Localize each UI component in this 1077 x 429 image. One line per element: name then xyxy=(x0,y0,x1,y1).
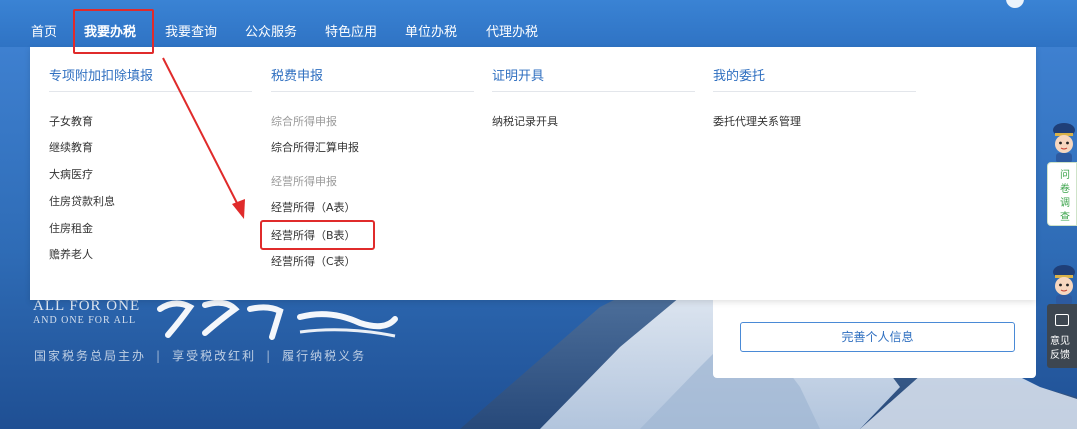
menu-divider xyxy=(492,91,695,92)
menu-divider xyxy=(271,91,474,92)
nav-item-public-service[interactable]: 公众服务 xyxy=(245,21,297,40)
menu-divider xyxy=(713,91,916,92)
menu-item-business-income-a[interactable]: 经营所得（A表） xyxy=(271,199,356,215)
menu-item-delegation-management[interactable]: 委托代理关系管理 xyxy=(713,113,801,129)
survey-label-char: 查 xyxy=(1060,212,1070,223)
menu-item-housing-loan-interest[interactable]: 住房贷款利息 xyxy=(49,193,115,209)
slogan-english-line1: ALL FOR ONE xyxy=(33,298,141,314)
menu-divider xyxy=(49,91,252,92)
survey-tab[interactable]: 问 卷 调 查 xyxy=(1047,162,1077,226)
menu-item-elderly-support[interactable]: 赡养老人 xyxy=(49,246,93,262)
nav-item-query[interactable]: 我要查询 xyxy=(165,21,217,40)
survey-float-widget[interactable]: 问 卷 调 查 xyxy=(1047,120,1077,228)
slogan-english-line2: AND ONE FOR ALL xyxy=(33,315,137,326)
nav-item-unit-tax[interactable]: 单位办税 xyxy=(405,21,457,40)
user-avatar-icon[interactable] xyxy=(1006,0,1024,8)
top-nav-bar: 首页 我要办税 我要查询 公众服务 特色应用 单位办税 代理办税 xyxy=(0,0,1077,47)
menu-heading-special-deduction[interactable]: 专项附加扣除填报 xyxy=(49,65,153,84)
menu-heading-my-delegation[interactable]: 我的委托 xyxy=(713,65,765,84)
menu-item-continuing-education[interactable]: 继续教育 xyxy=(49,139,93,155)
slogan-part-benefit: 享受税改红利 xyxy=(172,349,257,363)
nav-item-agent-tax[interactable]: 代理办税 xyxy=(486,21,538,40)
menu-item-children-education[interactable]: 子女教育 xyxy=(49,113,93,129)
menu-group-business-income: 经营所得申报 xyxy=(271,175,337,188)
feedback-tab[interactable]: 意见 反馈 xyxy=(1047,304,1077,368)
slogan-part-duty: 履行纳税义务 xyxy=(282,349,367,363)
complete-profile-button[interactable]: 完善个人信息 xyxy=(740,322,1015,352)
handle-tax-dropdown-menu: 专项附加扣除填报 子女教育 继续教育 大病医疗 住房贷款利息 住房租金 赡养老人… xyxy=(30,47,1036,300)
survey-label-char: 卷 xyxy=(1060,184,1070,195)
tax-officer-mascot-icon xyxy=(1053,123,1075,163)
feedback-float-widget[interactable]: 意见 反馈 xyxy=(1047,262,1077,372)
menu-heading-certificate[interactable]: 证明开具 xyxy=(492,65,544,84)
nav-item-featured-apps[interactable]: 特色应用 xyxy=(325,21,377,40)
menu-item-serious-illness[interactable]: 大病医疗 xyxy=(49,166,93,182)
menu-item-business-income-c[interactable]: 经营所得（C表） xyxy=(271,253,356,269)
menu-item-tax-record-certificate[interactable]: 纳税记录开具 xyxy=(492,113,558,129)
menu-item-comprehensive-annual-settlement[interactable]: 综合所得汇算申报 xyxy=(271,139,359,155)
survey-label-char: 问 xyxy=(1060,170,1070,181)
highlight-box-handle-tax xyxy=(73,9,154,54)
highlight-box-b-form xyxy=(260,220,375,250)
tax-officer-mascot-icon xyxy=(1053,265,1075,305)
menu-item-housing-rent[interactable]: 住房租金 xyxy=(49,220,93,236)
slogan-chinese: 国家税务总局主办 | 享受税改红利 | 履行纳税义务 xyxy=(34,349,367,363)
feedback-label-line2: 反馈 xyxy=(1050,350,1070,361)
nav-item-home[interactable]: 首页 xyxy=(31,21,57,40)
menu-heading-tax-declaration[interactable]: 税费申报 xyxy=(271,65,323,84)
menu-group-comprehensive-income: 综合所得申报 xyxy=(271,115,337,128)
feedback-label-line1: 意见 xyxy=(1050,336,1070,347)
profile-card: 完善个人信息 xyxy=(713,300,1036,378)
survey-label-char: 调 xyxy=(1060,198,1070,209)
slogan-part-host: 国家税务总局主办 xyxy=(34,349,147,363)
chat-bubble-icon xyxy=(1055,314,1069,326)
